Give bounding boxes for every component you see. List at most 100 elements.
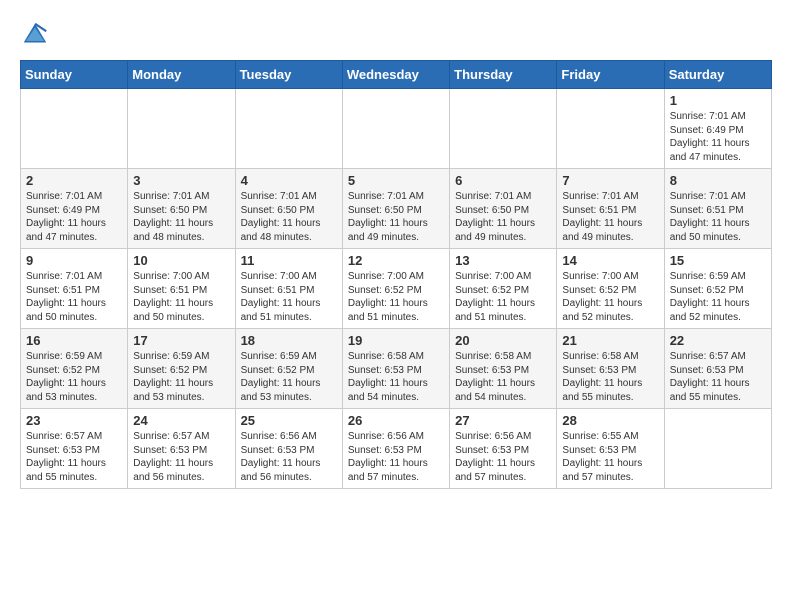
- day-number: 6: [455, 173, 551, 188]
- day-info: Sunrise: 7:01 AM Sunset: 6:51 PM Dayligh…: [26, 270, 122, 324]
- day-info: Sunrise: 7:01 AM Sunset: 6:50 PM Dayligh…: [241, 190, 337, 244]
- day-info: Sunrise: 6:59 AM Sunset: 6:52 PM Dayligh…: [670, 270, 766, 324]
- calendar-cell: 4Sunrise: 7:01 AM Sunset: 6:50 PM Daylig…: [235, 169, 342, 249]
- calendar-cell: [128, 89, 235, 169]
- day-number: 23: [26, 413, 122, 428]
- logo-icon: [20, 20, 50, 50]
- calendar-cell: 17 Sunrise: 6:59 AM Sunset: 6:52 PM Dayli…: [128, 329, 235, 409]
- calendar-cell: [342, 89, 449, 169]
- calendar-cell: 10Sunrise: 7:00 AM Sunset: 6:51 PM Dayli…: [128, 249, 235, 329]
- day-number: 21: [562, 333, 658, 348]
- day-info: Sunrise: 7:00 AM Sunset: 6:52 PM Dayligh…: [348, 270, 444, 324]
- day-info: Sunrise: 7:01 AM Sunset: 6:49 PM Dayligh…: [26, 190, 122, 244]
- day-number: 3: [133, 173, 229, 188]
- day-number: 2: [26, 173, 122, 188]
- day-number: 20: [455, 333, 551, 348]
- day-number: 12: [348, 253, 444, 268]
- day-number: 26: [348, 413, 444, 428]
- calendar-cell: 9 Sunrise: 7:01 AM Sunset: 6:51 PM Daylig…: [21, 249, 128, 329]
- day-info: Sunrise: 6:58 AM Sunset: 6:53 PM Dayligh…: [562, 350, 658, 404]
- day-info: Sunrise: 6:59 AM Sunset: 6:52 PM Dayligh…: [26, 350, 122, 404]
- calendar-cell: 1 Sunrise: 7:01 AM Sunset: 6:49 PM Daylig…: [664, 89, 771, 169]
- calendar-table: SundayMondayTuesdayWednesdayThursdayFrid…: [20, 60, 772, 489]
- calendar-cell: 14 Sunrise: 7:00 AM Sunset: 6:52 PM Dayli…: [557, 249, 664, 329]
- calendar-week-row: 23 Sunrise: 6:57 AM Sunset: 6:53 PM Dayli…: [21, 409, 772, 489]
- day-number: 13: [455, 253, 551, 268]
- day-info: Sunrise: 6:57 AM Sunset: 6:53 PM Dayligh…: [133, 430, 229, 484]
- calendar-cell: 21 Sunrise: 6:58 AM Sunset: 6:53 PM Dayli…: [557, 329, 664, 409]
- day-number: 9: [26, 253, 122, 268]
- calendar-cell: 27Sunrise: 6:56 AM Sunset: 6:53 PM Dayli…: [450, 409, 557, 489]
- page-header: [20, 20, 772, 50]
- day-info: Sunrise: 6:57 AM Sunset: 6:53 PM Dayligh…: [26, 430, 122, 484]
- day-info: Sunrise: 6:55 AM Sunset: 6:53 PM Dayligh…: [562, 430, 658, 484]
- calendar-cell: 19Sunrise: 6:58 AM Sunset: 6:53 PM Dayli…: [342, 329, 449, 409]
- day-info: Sunrise: 6:56 AM Sunset: 6:53 PM Dayligh…: [241, 430, 337, 484]
- day-info: Sunrise: 6:56 AM Sunset: 6:53 PM Dayligh…: [348, 430, 444, 484]
- calendar-cell: 12 Sunrise: 7:00 AM Sunset: 6:52 PM Dayli…: [342, 249, 449, 329]
- calendar-cell: [664, 409, 771, 489]
- calendar-cell: 8 Sunrise: 7:01 AM Sunset: 6:51 PM Daylig…: [664, 169, 771, 249]
- weekday-header-wednesday: Wednesday: [342, 61, 449, 89]
- calendar-week-row: 9 Sunrise: 7:01 AM Sunset: 6:51 PM Daylig…: [21, 249, 772, 329]
- day-info: Sunrise: 7:00 AM Sunset: 6:51 PM Dayligh…: [241, 270, 337, 324]
- weekday-header-monday: Monday: [128, 61, 235, 89]
- calendar-cell: 28 Sunrise: 6:55 AM Sunset: 6:53 PM Dayli…: [557, 409, 664, 489]
- weekday-header-thursday: Thursday: [450, 61, 557, 89]
- calendar-cell: 6 Sunrise: 7:01 AM Sunset: 6:50 PM Daylig…: [450, 169, 557, 249]
- calendar-cell: 20 Sunrise: 6:58 AM Sunset: 6:53 PM Dayli…: [450, 329, 557, 409]
- calendar-cell: 13 Sunrise: 7:00 AM Sunset: 6:52 PM Dayli…: [450, 249, 557, 329]
- day-info: Sunrise: 7:01 AM Sunset: 6:51 PM Dayligh…: [670, 190, 766, 244]
- day-number: 1: [670, 93, 766, 108]
- calendar-cell: 2 Sunrise: 7:01 AM Sunset: 6:49 PM Daylig…: [21, 169, 128, 249]
- day-number: 8: [670, 173, 766, 188]
- calendar-week-row: 16 Sunrise: 6:59 AM Sunset: 6:52 PM Dayli…: [21, 329, 772, 409]
- day-number: 28: [562, 413, 658, 428]
- calendar-cell: [450, 89, 557, 169]
- day-number: 22: [670, 333, 766, 348]
- day-number: 11: [241, 253, 337, 268]
- calendar-cell: 22 Sunrise: 6:57 AM Sunset: 6:53 PM Dayli…: [664, 329, 771, 409]
- day-info: Sunrise: 6:59 AM Sunset: 6:52 PM Dayligh…: [133, 350, 229, 404]
- calendar-cell: 24 Sunrise: 6:57 AM Sunset: 6:53 PM Dayli…: [128, 409, 235, 489]
- day-info: Sunrise: 7:01 AM Sunset: 6:49 PM Dayligh…: [670, 110, 766, 164]
- day-info: Sunrise: 6:56 AM Sunset: 6:53 PM Dayligh…: [455, 430, 551, 484]
- day-number: 24: [133, 413, 229, 428]
- calendar-cell: 5 Sunrise: 7:01 AM Sunset: 6:50 PM Daylig…: [342, 169, 449, 249]
- day-number: 10: [133, 253, 229, 268]
- day-info: Sunrise: 7:00 AM Sunset: 6:52 PM Dayligh…: [562, 270, 658, 324]
- logo: [20, 20, 54, 50]
- calendar-header-row: SundayMondayTuesdayWednesdayThursdayFrid…: [21, 61, 772, 89]
- day-info: Sunrise: 7:01 AM Sunset: 6:50 PM Dayligh…: [455, 190, 551, 244]
- day-number: 18: [241, 333, 337, 348]
- day-number: 16: [26, 333, 122, 348]
- weekday-header-tuesday: Tuesday: [235, 61, 342, 89]
- day-info: Sunrise: 6:58 AM Sunset: 6:53 PM Dayligh…: [455, 350, 551, 404]
- day-number: 19: [348, 333, 444, 348]
- weekday-header-saturday: Saturday: [664, 61, 771, 89]
- calendar-cell: [21, 89, 128, 169]
- weekday-header-sunday: Sunday: [21, 61, 128, 89]
- calendar-cell: 23 Sunrise: 6:57 AM Sunset: 6:53 PM Dayli…: [21, 409, 128, 489]
- calendar-cell: 15 Sunrise: 6:59 AM Sunset: 6:52 PM Dayli…: [664, 249, 771, 329]
- calendar-cell: 16 Sunrise: 6:59 AM Sunset: 6:52 PM Dayli…: [21, 329, 128, 409]
- day-number: 17: [133, 333, 229, 348]
- day-info: Sunrise: 7:01 AM Sunset: 6:50 PM Dayligh…: [348, 190, 444, 244]
- calendar-cell: 3Sunrise: 7:01 AM Sunset: 6:50 PM Daylig…: [128, 169, 235, 249]
- day-info: Sunrise: 7:00 AM Sunset: 6:52 PM Dayligh…: [455, 270, 551, 324]
- calendar-cell: [557, 89, 664, 169]
- calendar-cell: 7Sunrise: 7:01 AM Sunset: 6:51 PM Daylig…: [557, 169, 664, 249]
- calendar-cell: 18 Sunrise: 6:59 AM Sunset: 6:52 PM Dayli…: [235, 329, 342, 409]
- calendar-cell: 26 Sunrise: 6:56 AM Sunset: 6:53 PM Dayli…: [342, 409, 449, 489]
- calendar-week-row: 1 Sunrise: 7:01 AM Sunset: 6:49 PM Daylig…: [21, 89, 772, 169]
- calendar-week-row: 2 Sunrise: 7:01 AM Sunset: 6:49 PM Daylig…: [21, 169, 772, 249]
- weekday-header-friday: Friday: [557, 61, 664, 89]
- calendar-cell: [235, 89, 342, 169]
- calendar-cell: 25Sunrise: 6:56 AM Sunset: 6:53 PM Dayli…: [235, 409, 342, 489]
- day-number: 15: [670, 253, 766, 268]
- calendar-cell: 11 Sunrise: 7:00 AM Sunset: 6:51 PM Dayli…: [235, 249, 342, 329]
- day-info: Sunrise: 6:59 AM Sunset: 6:52 PM Dayligh…: [241, 350, 337, 404]
- day-info: Sunrise: 6:57 AM Sunset: 6:53 PM Dayligh…: [670, 350, 766, 404]
- day-number: 14: [562, 253, 658, 268]
- day-number: 5: [348, 173, 444, 188]
